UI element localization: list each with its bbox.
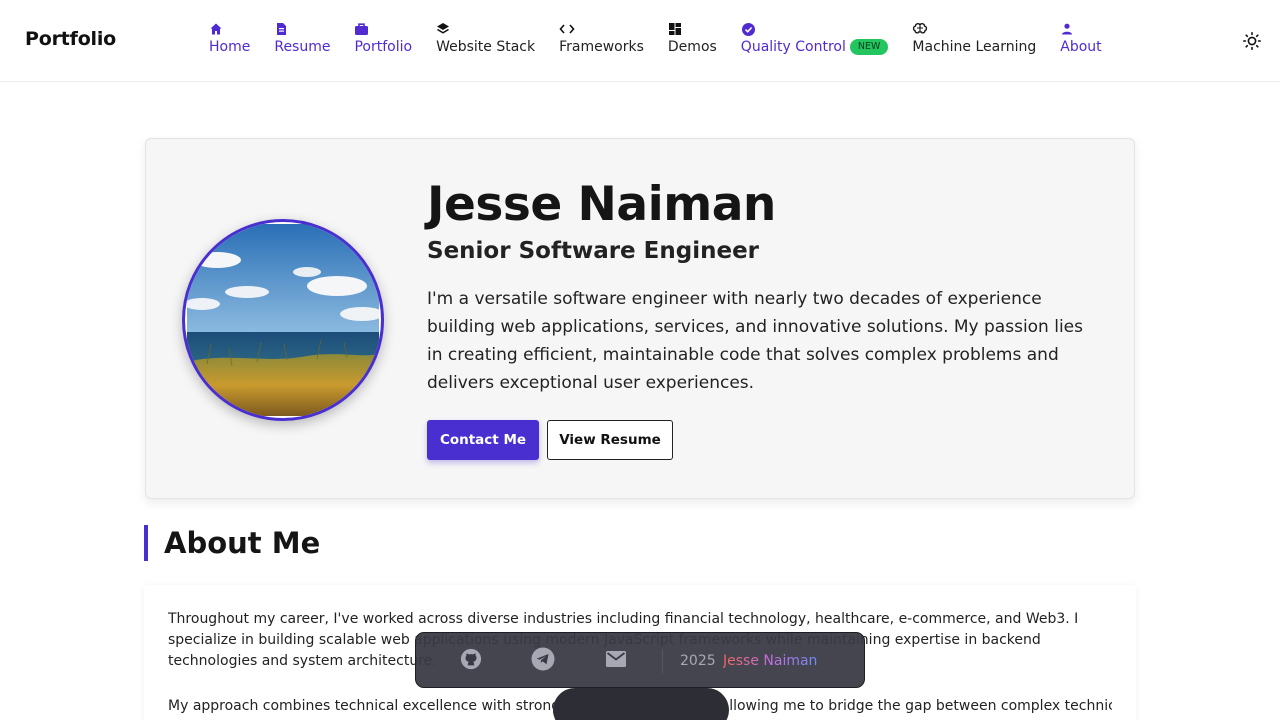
nav-label: Demos [667,39,717,55]
document-icon [274,20,288,38]
footer-author-name: Jesse Naiman [723,653,818,669]
sun-icon [1242,31,1262,55]
briefcase-icon [354,20,369,38]
person-icon [1060,20,1074,38]
contact-me-button[interactable]: Contact Me [427,420,539,460]
brand-logo[interactable]: Portfolio [25,28,116,50]
nav-label: Home [209,39,251,55]
verified-badge-icon [741,20,756,38]
nav-label: Resume [274,39,331,55]
hero-card: Jesse Naiman Senior Software Engineer I'… [145,138,1135,499]
nav-item-resume[interactable]: Resume [262,20,342,55]
layers-icon [436,20,450,38]
nav-item-website-stack[interactable]: Website Stack [424,20,547,55]
nav-item-quality-control[interactable]: Quality Control NEW [729,20,901,55]
hero-role: Senior Software Engineer [427,238,760,264]
dock-shadow [553,688,729,720]
telegram-link[interactable] [531,647,555,675]
nav-label-text: Quality Control [740,39,846,55]
hero-name: Jesse Naiman [427,177,776,232]
email-link[interactable] [604,649,628,673]
nav-item-demos[interactable]: Demos [656,20,729,55]
site-header: Portfolio Home Resume Portfolio Website … [0,0,1280,82]
brain-icon [912,20,928,38]
main-nav: Home Resume Portfolio Website Stack Fram… [197,20,1114,55]
nav-item-portfolio[interactable]: Portfolio [342,20,424,55]
nav-label: About [1060,39,1102,55]
github-icon [460,648,482,674]
github-link[interactable] [459,648,483,674]
about-heading: About Me [144,525,320,561]
nav-item-machine-learning[interactable]: Machine Learning [900,20,1048,55]
code-icon [559,20,575,38]
nav-label: Frameworks [559,39,644,55]
grid-icon [668,20,682,38]
copyright-year: 2025 [680,653,716,669]
nav-label: Portfolio [354,39,413,55]
nav-item-home[interactable]: Home [197,20,262,55]
nav-label: Website Stack [436,39,536,55]
theme-toggle-button[interactable] [1242,31,1262,51]
view-resume-button[interactable]: View Resume [547,420,673,460]
telegram-icon [531,647,555,675]
mail-icon [605,650,627,672]
nav-item-frameworks[interactable]: Frameworks [547,20,656,55]
home-icon [209,20,223,38]
avatar [182,219,384,421]
nav-label: Machine Learning [912,39,1037,55]
nav-label: Quality Control NEW [741,39,889,55]
profile-photo-seascape [187,224,379,416]
new-badge: NEW [849,39,889,55]
nav-item-about[interactable]: About [1048,20,1113,55]
dock-divider [662,649,663,673]
footer-dock: 2025 Jesse Naiman [415,632,865,688]
hero-bio: I'm a versatile software engineer with n… [427,289,1084,393]
